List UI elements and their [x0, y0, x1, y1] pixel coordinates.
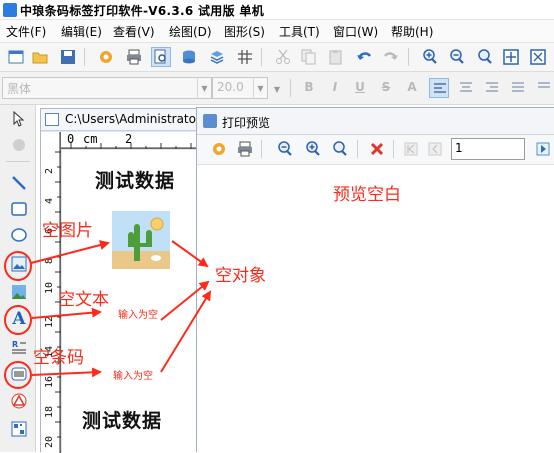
arrow-object-3: [160, 290, 212, 373]
highlight-text-tool: [4, 305, 32, 335]
highlight-image-tool: [4, 251, 32, 281]
arrow-text: [31, 307, 102, 319]
highlight-barcode-tool: [4, 361, 32, 389]
arrow-image: [30, 240, 110, 264]
arrow-barcode: [31, 367, 102, 378]
arrow-object-2: [160, 280, 210, 321]
arrow-object-1: [171, 240, 209, 268]
annotation-overlay: [4, 240, 212, 389]
